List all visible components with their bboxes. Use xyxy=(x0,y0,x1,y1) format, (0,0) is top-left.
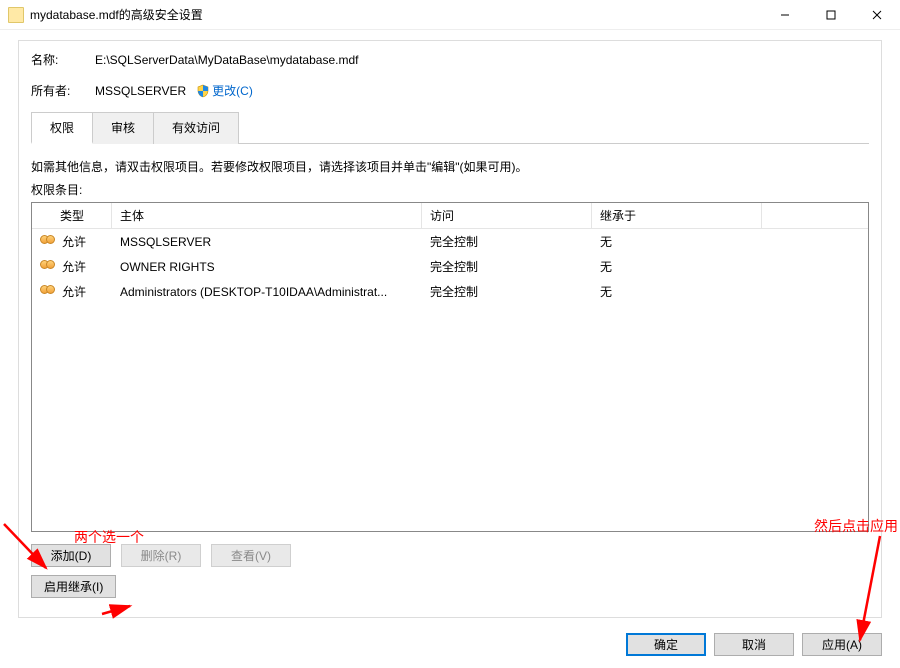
folder-icon xyxy=(8,7,24,23)
tab-effective-access[interactable]: 有效访问 xyxy=(153,112,239,144)
name-label: 名称: xyxy=(31,51,95,68)
tab-permissions[interactable]: 权限 xyxy=(31,112,93,144)
col-type[interactable]: 类型 xyxy=(32,203,112,228)
change-owner-link[interactable]: 更改(C) xyxy=(212,82,253,99)
permission-grid[interactable]: 类型 主体 访问 继承于 允许 MSSQLSERVER 完全控制 无 允许 OW… xyxy=(31,202,869,532)
owner-row: 所有者: MSSQLSERVER 更改(C) xyxy=(19,72,881,103)
title-bar: mydatabase.mdf的高级安全设置 xyxy=(0,0,900,30)
add-button[interactable]: 添加(D) xyxy=(31,544,111,567)
dialog-footer: 确定 取消 应用(A) xyxy=(626,633,882,656)
close-button[interactable] xyxy=(854,0,900,30)
row-buttons: 添加(D) 删除(R) 查看(V) xyxy=(19,532,881,567)
ok-button[interactable]: 确定 xyxy=(626,633,706,656)
table-row[interactable]: 允许 Administrators (DESKTOP-T10IDAA\Admin… xyxy=(32,279,868,304)
users-icon xyxy=(40,285,56,299)
name-row: 名称: E:\SQLServerData\MyDataBase\mydataba… xyxy=(19,41,881,72)
maximize-button[interactable] xyxy=(808,0,854,30)
table-row[interactable]: 允许 MSSQLSERVER 完全控制 无 xyxy=(32,229,868,254)
grid-header: 类型 主体 访问 继承于 xyxy=(32,203,868,229)
view-button: 查看(V) xyxy=(211,544,291,567)
entries-label: 权限条目: xyxy=(19,181,881,202)
col-principal[interactable]: 主体 xyxy=(112,203,422,228)
cancel-button[interactable]: 取消 xyxy=(714,633,794,656)
users-icon xyxy=(40,235,56,249)
name-value: E:\SQLServerData\MyDataBase\mydatabase.m… xyxy=(95,53,358,67)
info-text: 如需其他信息，请双击权限项目。若要修改权限项目，请选择该项目并单击"编辑"(如果… xyxy=(19,144,881,181)
table-row[interactable]: 允许 OWNER RIGHTS 完全控制 无 xyxy=(32,254,868,279)
tab-audit[interactable]: 审核 xyxy=(92,112,154,144)
minimize-button[interactable] xyxy=(762,0,808,30)
apply-button[interactable]: 应用(A) xyxy=(802,633,882,656)
users-icon xyxy=(40,260,56,274)
shield-icon xyxy=(196,84,210,98)
remove-button: 删除(R) xyxy=(121,544,201,567)
col-access[interactable]: 访问 xyxy=(422,203,592,228)
owner-label: 所有者: xyxy=(31,82,95,99)
col-inherited[interactable]: 继承于 xyxy=(592,203,762,228)
owner-value: MSSQLSERVER xyxy=(95,84,186,98)
inherit-row: 启用继承(I) xyxy=(19,567,881,598)
window-title: mydatabase.mdf的高级安全设置 xyxy=(30,6,203,23)
tab-bar: 权限 审核 有效访问 xyxy=(31,111,869,143)
main-panel: 名称: E:\SQLServerData\MyDataBase\mydataba… xyxy=(18,40,882,618)
enable-inheritance-button[interactable]: 启用继承(I) xyxy=(31,575,116,598)
